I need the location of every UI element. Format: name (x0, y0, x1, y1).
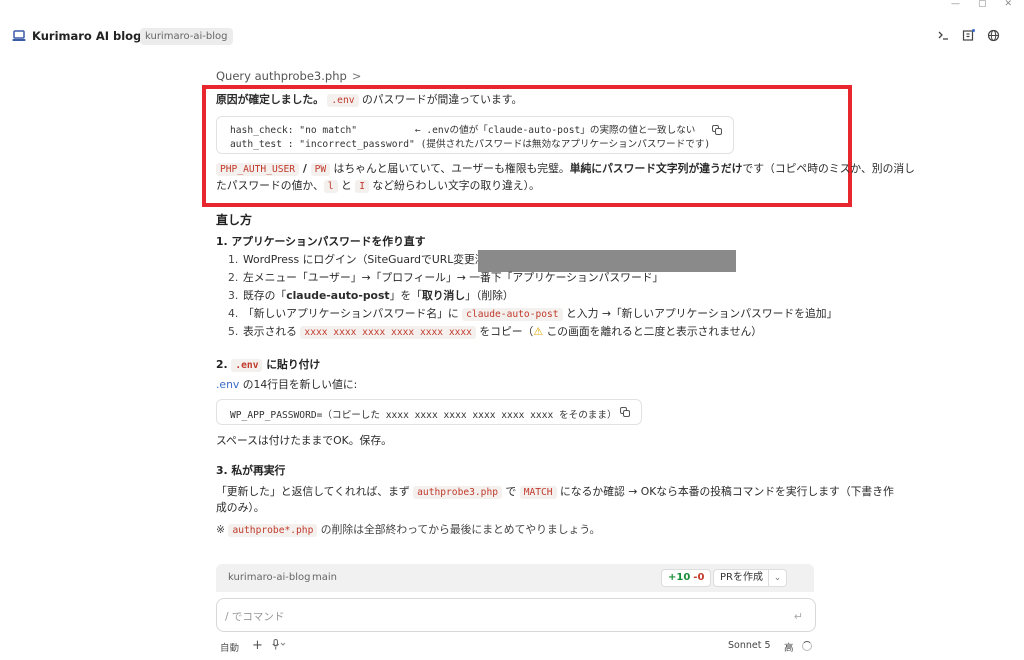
globe-icon[interactable] (987, 29, 1000, 42)
code-line: auth_test : "incorrect_password" (提供されたパ… (230, 139, 711, 150)
rerun-text-line2: 成のみ）。 (216, 501, 265, 514)
panel-icon[interactable] (962, 29, 975, 42)
list-item: 2. 左メニュー「ユーザー」→「プロフィール」→ 一番下「アプリケーションパスワー… (228, 271, 664, 284)
code-block-env: WP_APP_PASSWORD=（コピーした xxxx xxxx xxxx xx… (216, 399, 642, 425)
diff-stats[interactable]: +10 -0 (661, 569, 712, 587)
branch-name[interactable]: main (312, 572, 337, 583)
step2-title: 2. .env に貼り付け (216, 358, 321, 372)
repo-badge[interactable]: kurimaro-ai-blog (140, 28, 233, 45)
laptop-icon (12, 30, 26, 41)
env-link[interactable]: .env (216, 378, 239, 391)
copy-icon[interactable] (712, 125, 723, 136)
code-line: WP_APP_PASSWORD=（コピーした xxxx xxxx xxxx xx… (230, 410, 617, 421)
step1-title: 1. アプリケーションパスワードを作り直す (216, 235, 426, 248)
close-icon[interactable]: ✕ (1004, 0, 1012, 10)
terminal-icon[interactable] (937, 29, 950, 42)
diagnosis-explanation-line2: たパスワードの値か、 l と I など紛らわしい文字の取り違え）。 (216, 179, 540, 193)
space-note: スペースは付けたままでOK。保存。 (216, 434, 392, 447)
branch-bar: kurimaro-ai-blog main +10 -0 PRを作成 ⌄ (216, 564, 814, 592)
enter-icon[interactable]: ↵ (794, 610, 803, 623)
loading-spinner-icon (802, 641, 812, 651)
minimize-icon[interactable]: — (951, 0, 960, 10)
effort-selector[interactable]: 高 (784, 640, 794, 654)
code-block-diagnosis: hash_check: "no match" ← .envの値が「claude-… (216, 116, 734, 154)
model-selector[interactable]: Sonnet 5 (728, 640, 771, 651)
rerun-text-line1: 「更新した」と返信してくれれば、まず authprobe3.php で MATC… (216, 485, 894, 499)
input-placeholder: / でコマンド (225, 611, 285, 623)
create-pr-button[interactable]: PRを作成 ⌄ (713, 569, 787, 587)
maximize-icon[interactable]: ▢ (978, 0, 987, 10)
mode-selector[interactable]: 自動 (220, 640, 239, 654)
copy-icon[interactable] (620, 407, 631, 418)
diagnosis-explanation-line1: PHP_AUTH_USER / PW はちゃんと届いていて、ユーザーも権限も完璧… (216, 161, 915, 178)
query-link[interactable]: Query authprobe3.php > (216, 69, 361, 83)
cleanup-note: ※ authprobe*.php の削除は全部終わってから最後にまとめてやりまし… (216, 523, 601, 537)
list-item: 1. WordPress にログイン（SiteGuardでURL変更済み (228, 253, 497, 266)
mic-icon[interactable] (272, 639, 286, 653)
chevron-right-icon: > (351, 69, 362, 83)
app-header: Kurimaro AI blog sync kurimaro-ai-blog (0, 24, 1024, 50)
add-icon[interactable]: + (252, 638, 263, 653)
list-item: 4. 「新しいアプリケーションパスワード名」に claude-auto-post … (228, 307, 838, 321)
list-item: 3. 既存の「claude-auto-post」を「取り消し」（削除） (228, 289, 514, 302)
warning-icon: ⚠ (533, 325, 544, 338)
env-instruction: .env の14行目を新しい値に: (216, 378, 358, 391)
branch-repo[interactable]: kurimaro-ai-blog (228, 572, 311, 583)
step3-title: 3. 私が再実行 (216, 464, 286, 477)
code-line: hash_check: "no match" ← .envの値が「claude-… (230, 125, 696, 136)
redacted-area (478, 250, 736, 272)
window-controls: — ▢ ✕ (944, 0, 1024, 10)
input-toolbar: 自動 + Sonnet 5 高 (216, 638, 816, 655)
section-heading-fix: 直し方 (216, 213, 253, 227)
list-item: 5. 表示される xxxx xxxx xxxx xxxx xxxx xxxx をコ… (228, 325, 763, 339)
chevron-down-icon[interactable]: ⌄ (768, 570, 786, 586)
diagnosis-lead: 原因が確定しました。 .env のパスワードが間違っています。 (216, 93, 523, 107)
prompt-input[interactable]: / でコマンド ↵ (216, 598, 816, 632)
